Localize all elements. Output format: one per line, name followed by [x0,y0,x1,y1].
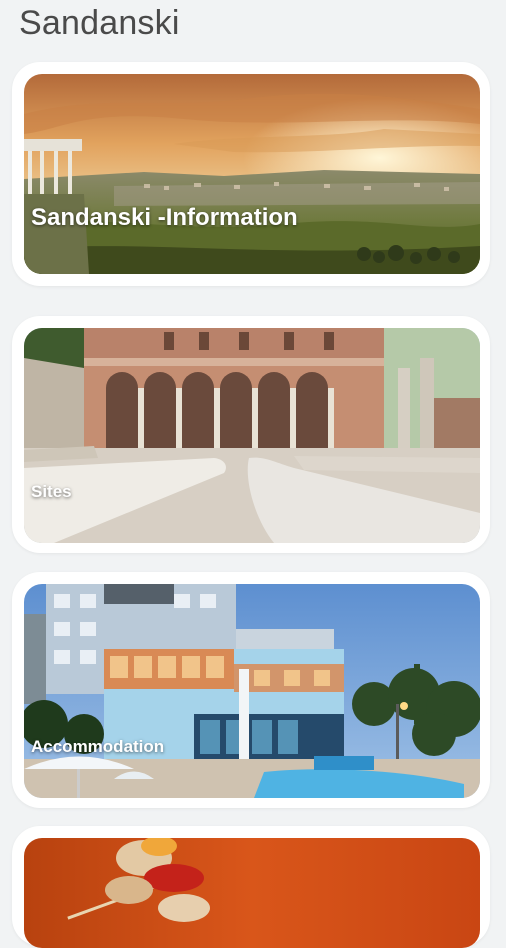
information-image [24,74,480,274]
food-image [24,838,480,948]
sites-label: Sites [31,482,72,501]
card-accommodation[interactable]: Accommodation [12,572,490,808]
card-sites[interactable]: Sites [12,316,490,553]
accommodation-label: Accommodation [31,737,165,756]
card-information[interactable]: Sandanski -Information [12,62,490,286]
page-title: Sandanski [19,4,180,42]
information-label: Sandanski -Information [31,204,298,231]
card-food[interactable] [12,826,490,948]
sites-image [24,328,480,543]
accommodation-image [24,584,480,798]
